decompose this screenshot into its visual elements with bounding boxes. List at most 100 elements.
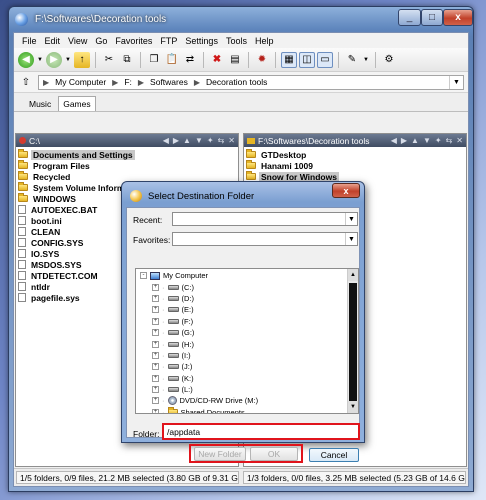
expand-icon[interactable]: + <box>152 317 159 325</box>
expand-icon[interactable]: + <box>152 397 159 405</box>
recent-combo[interactable]: ▼ <box>172 212 358 226</box>
tree-node[interactable]: + · (K:) <box>140 373 358 384</box>
expand-icon[interactable]: + <box>152 351 159 359</box>
expand-icon[interactable]: + <box>152 283 159 291</box>
up-icon[interactable]: ▲ <box>411 136 419 145</box>
tab-music[interactable]: Music <box>24 96 56 111</box>
expand-icon[interactable]: + <box>152 329 159 337</box>
tree-node[interactable]: + · (E:) <box>140 304 358 315</box>
pin-icon[interactable]: ✦ <box>435 136 442 145</box>
edit-icon[interactable]: ✎ <box>344 52 360 68</box>
single-pane-icon[interactable]: ▭ <box>317 51 333 68</box>
back-icon[interactable]: ◀ <box>18 51 34 68</box>
tree-node[interactable]: + · (H:) <box>140 338 358 349</box>
folder-input[interactable]: /appdata <box>162 423 360 440</box>
properties-icon[interactable]: ▤ <box>227 52 243 68</box>
chevron-down-icon[interactable]: ▼ <box>345 213 357 225</box>
address-dropdown-icon[interactable]: ▼ <box>449 75 463 89</box>
menu-go[interactable]: Go <box>91 36 111 46</box>
forward-icon[interactable]: ▶ <box>401 136 407 145</box>
expand-icon[interactable]: + <box>152 340 159 348</box>
scroll-up-icon[interactable]: ▲ <box>348 269 358 281</box>
paste-icon[interactable]: 📋 <box>164 52 180 68</box>
expand-icon[interactable]: + <box>152 306 159 314</box>
minimize-button[interactable]: _ <box>398 9 421 26</box>
sync-icon[interactable]: ⇆ <box>446 136 453 145</box>
settings-icon[interactable]: ⚙ <box>381 52 397 68</box>
folder-row[interactable]: Hanami 1009 <box>244 160 466 171</box>
copy-icon[interactable]: ❐ <box>146 52 162 68</box>
forward-dropdown-icon[interactable]: ▼ <box>64 52 72 68</box>
down-icon[interactable]: ▼ <box>195 136 203 145</box>
menu-file[interactable]: File <box>18 36 41 46</box>
new-folder-button[interactable]: New Folder <box>194 447 246 461</box>
back-icon[interactable]: ◀ <box>391 136 397 145</box>
tab-games[interactable]: Games <box>58 96 96 111</box>
folder-tree[interactable]: - My Computer + · (C:) + · (D:) + · (E:) + · (F:) + · (G… <box>135 268 359 414</box>
tree-node[interactable]: + · (C:) <box>140 281 358 292</box>
maximize-button[interactable]: □ <box>421 9 443 26</box>
up-folder-icon[interactable]: ↑ <box>74 51 90 68</box>
menu-settings[interactable]: Settings <box>181 36 222 46</box>
collapse-icon[interactable]: - <box>140 272 147 280</box>
close-pane-icon[interactable]: ✕ <box>228 136 235 145</box>
delete-icon[interactable]: ✖ <box>209 52 225 68</box>
dual-pane-icon[interactable]: ◫ <box>299 51 315 68</box>
down-icon[interactable]: ▼ <box>423 136 431 145</box>
expand-icon[interactable]: + <box>152 363 159 371</box>
edit-dropdown-icon[interactable]: ▼ <box>362 52 370 68</box>
folder-row[interactable]: Documents and Settings <box>16 149 238 160</box>
back-icon[interactable]: ◀ <box>163 136 169 145</box>
expand-icon[interactable]: + <box>152 386 159 394</box>
address-segment-drive[interactable]: F: <box>124 77 132 87</box>
cut-icon[interactable]: ✂ <box>101 52 117 68</box>
tree-node[interactable]: + · (D:) <box>140 293 358 304</box>
view-icons-icon[interactable]: ▦ <box>281 51 297 68</box>
forward-icon[interactable]: ▶ <box>46 51 62 68</box>
pin-icon[interactable]: ✦ <box>207 136 214 145</box>
menu-tools[interactable]: Tools <box>222 36 251 46</box>
cancel-button[interactable]: Cancel <box>309 448 359 462</box>
scroll-down-icon[interactable]: ▼ <box>348 401 358 413</box>
up-icon[interactable]: ▲ <box>183 136 191 145</box>
folder-row[interactable]: GTDesktop <box>244 149 466 160</box>
dialog-close-button[interactable]: x <box>332 183 360 198</box>
up-arrow-icon[interactable]: ⇧ <box>18 74 34 90</box>
tree-node[interactable]: + · (G:) <box>140 327 358 338</box>
favorites-combo[interactable]: ▼ <box>172 232 358 246</box>
forward-icon[interactable]: ▶ <box>173 136 179 145</box>
tree-node[interactable]: + · Shared Documents <box>140 406 358 413</box>
menu-view[interactable]: View <box>64 36 91 46</box>
tree-node[interactable]: + · (L:) <box>140 384 358 395</box>
scroll-thumb[interactable] <box>349 283 357 401</box>
sync-icon[interactable]: ⇆ <box>218 136 225 145</box>
folder-row[interactable]: Program Files <box>16 160 238 171</box>
tree-node[interactable]: + · (I:) <box>140 350 358 361</box>
back-dropdown-icon[interactable]: ▼ <box>36 52 44 68</box>
copy-to-icon[interactable]: ⧉ <box>119 52 135 68</box>
tree-node[interactable]: - My Computer <box>140 270 358 281</box>
tree-scrollbar[interactable]: ▲ ▼ <box>347 269 358 413</box>
expand-icon[interactable]: + <box>152 374 159 382</box>
close-pane-icon[interactable]: ✕ <box>456 136 463 145</box>
bug-icon[interactable]: ✹ <box>254 52 270 68</box>
address-segment-softwares[interactable]: Softwares <box>150 77 188 87</box>
chevron-down-icon[interactable]: ▼ <box>345 233 357 245</box>
tree-node[interactable]: + · DVD/CD-RW Drive (M:) <box>140 395 358 406</box>
address-bar[interactable]: ▶ My Computer ▶ F: ▶ Softwares ▶ Decorat… <box>38 74 464 90</box>
ok-button[interactable]: OK <box>250 447 298 461</box>
menu-help[interactable]: Help <box>251 36 278 46</box>
expand-icon[interactable]: + <box>152 408 159 413</box>
address-segment-computer[interactable]: My Computer <box>55 77 106 87</box>
address-segment-decoration[interactable]: Decoration tools <box>206 77 267 87</box>
menu-edit[interactable]: Edit <box>41 36 65 46</box>
tree-node[interactable]: + · (J:) <box>140 361 358 372</box>
tree-node[interactable]: + · (F:) <box>140 316 358 327</box>
menu-favorites[interactable]: Favorites <box>111 36 156 46</box>
close-button[interactable]: x <box>443 9 473 26</box>
address-sep-icon: ▶ <box>193 77 200 87</box>
menu-ftp[interactable]: FTP <box>156 36 181 46</box>
title-bar[interactable]: F:\Softwares\Decoration tools _ □ x <box>9 7 473 32</box>
move-icon[interactable]: ⇄ <box>182 52 198 68</box>
expand-icon[interactable]: + <box>152 294 159 302</box>
